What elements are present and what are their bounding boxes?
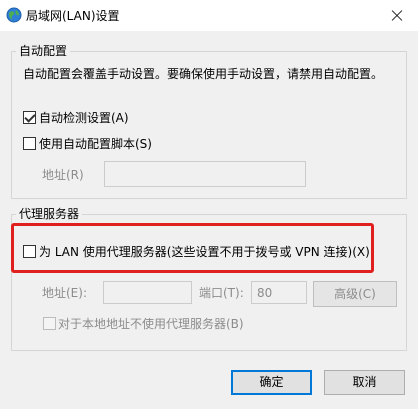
auto-detect-checkbox[interactable] — [23, 111, 36, 124]
ok-button-label: 确定 — [259, 375, 284, 389]
title-bar: 局域网(LAN)设置 — [0, 0, 418, 31]
proxy-port-input[interactable]: 80 — [251, 281, 307, 304]
use-script-checkbox[interactable] — [23, 137, 36, 150]
script-address-label: 地址(R) — [42, 168, 84, 182]
highlight-box — [11, 223, 374, 273]
ok-button[interactable]: 确定 — [231, 370, 312, 395]
proxy-group-label: 代理服务器 — [16, 207, 83, 221]
advanced-button[interactable]: 高级(C) — [313, 281, 397, 307]
auto-config-group-label: 自动配置 — [16, 44, 71, 58]
bypass-local-checkbox[interactable] — [43, 317, 56, 330]
proxy-address-input[interactable] — [103, 281, 192, 304]
advanced-button-label: 高级(C) — [334, 287, 376, 301]
proxy-port-label: 端口(T): — [199, 286, 244, 300]
close-button[interactable] — [374, 0, 418, 31]
proxy-port-value: 80 — [257, 286, 273, 300]
proxy-address-label: 地址(E): — [42, 286, 87, 300]
window-title: 局域网(LAN)设置 — [26, 9, 120, 23]
use-script-label[interactable]: 使用自动配置脚本(S) — [39, 137, 152, 151]
globe-network-icon — [6, 7, 22, 23]
bypass-local-label[interactable]: 对于本地地址不使用代理服务器(B) — [58, 317, 244, 331]
cancel-button[interactable]: 取消 — [324, 370, 405, 395]
checkmark-icon — [24, 111, 36, 123]
auto-detect-label[interactable]: 自动检测设置(A) — [39, 111, 129, 125]
script-address-input[interactable] — [104, 161, 306, 187]
cancel-button-label: 取消 — [352, 375, 377, 389]
auto-config-description: 自动配置会覆盖手动设置。要确保使用手动设置，请禁用自动配置。 — [23, 67, 384, 81]
